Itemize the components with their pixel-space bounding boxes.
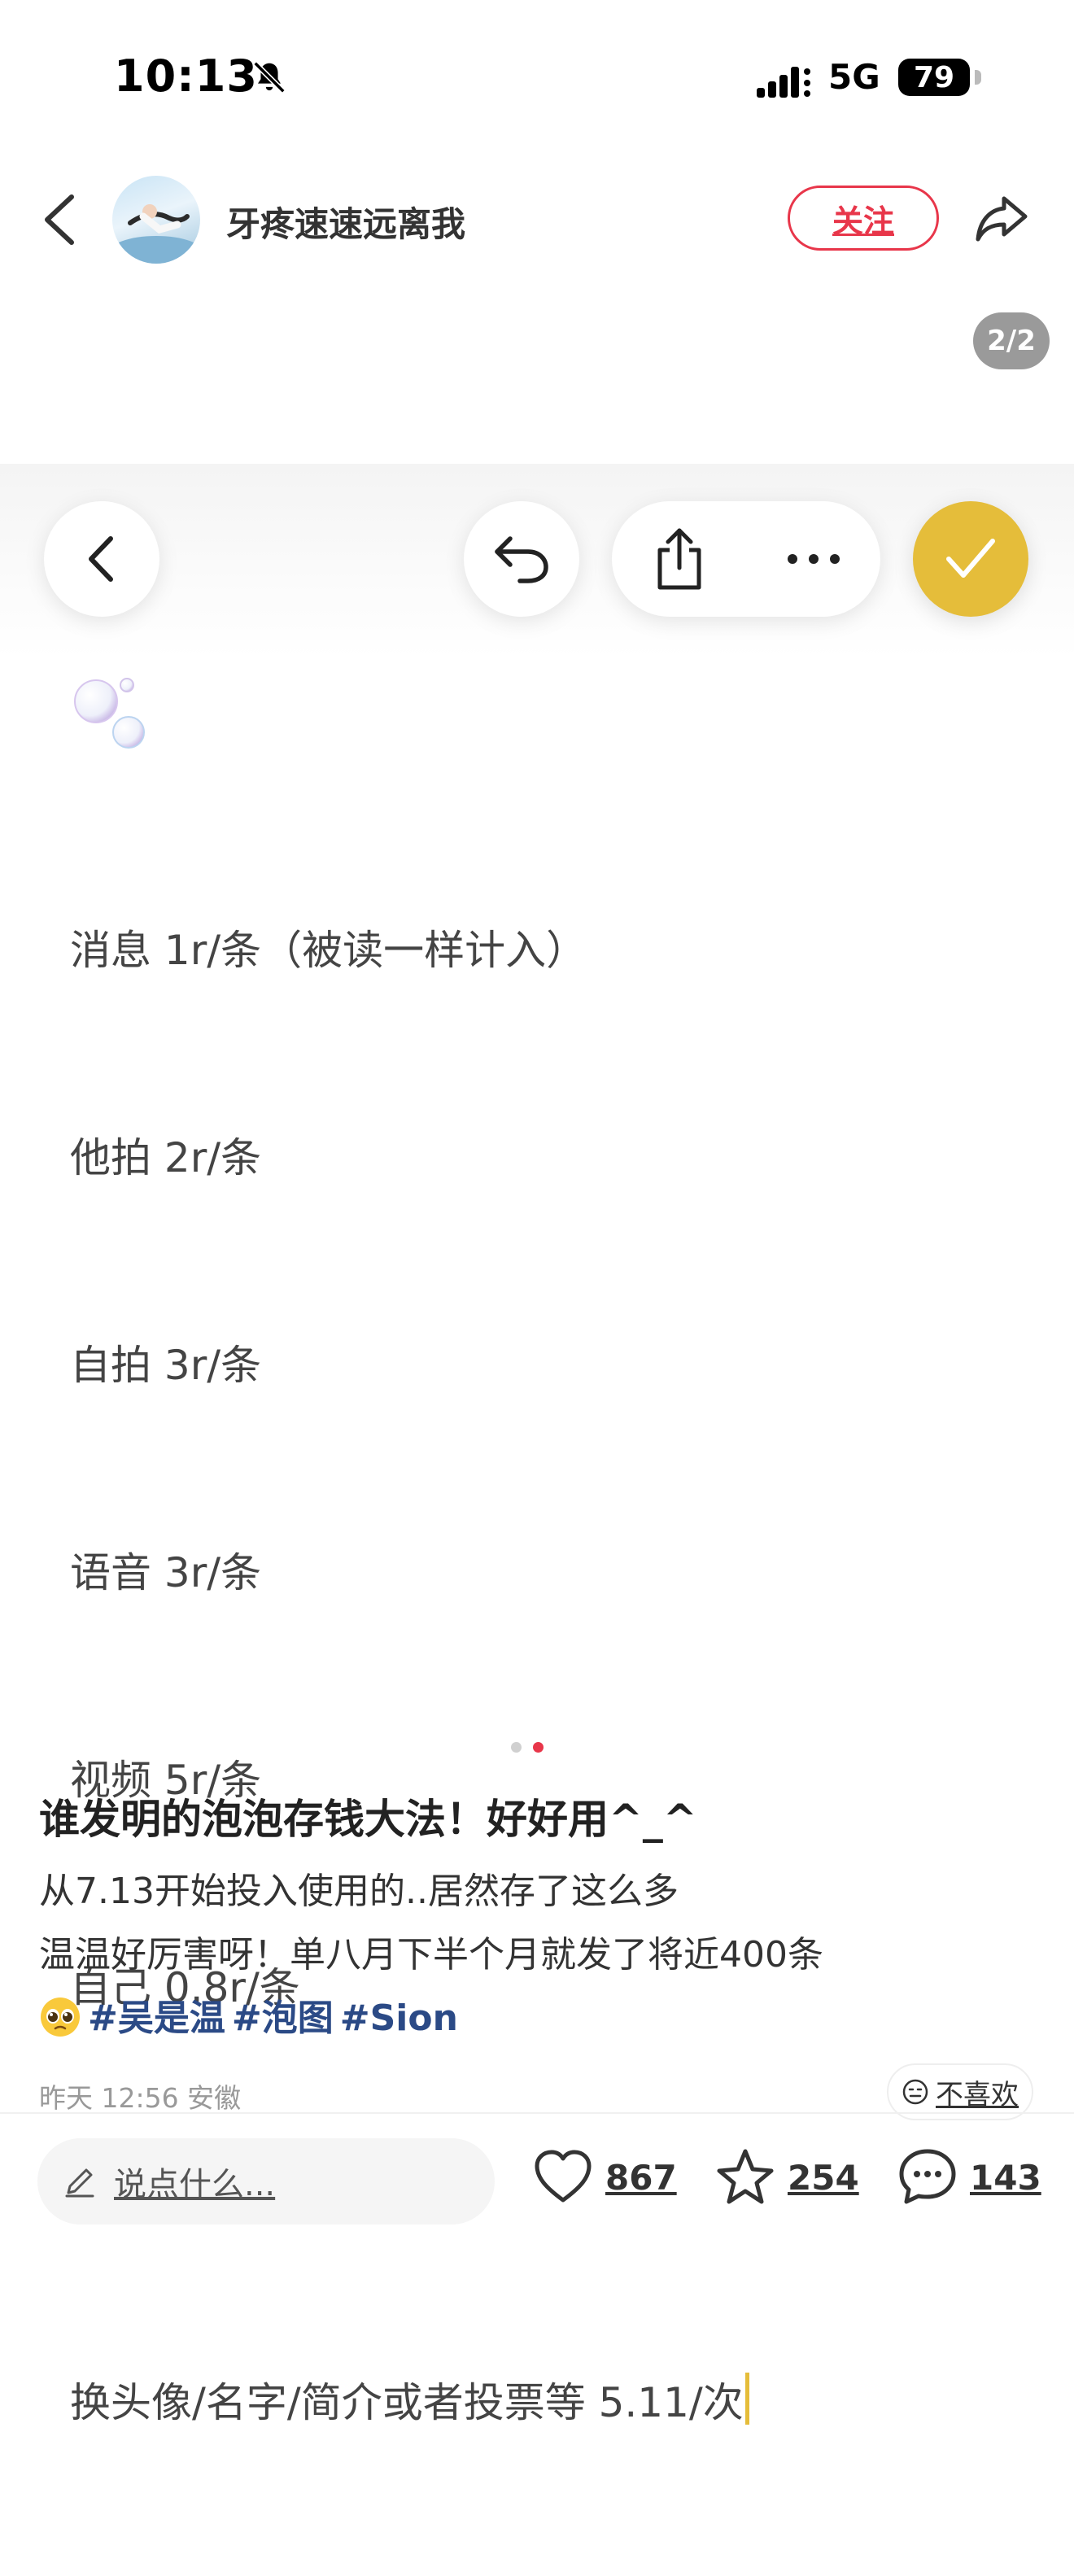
comment-placeholder: 说点什么...: [114, 2166, 276, 2203]
like-count: 867: [605, 2157, 677, 2198]
post-body-line: 从7.13开始投入使用的..居然存了这么多: [39, 1871, 679, 1912]
post-meta: 昨天 12:56 安徽: [39, 2082, 242, 2114]
back-arrow-icon[interactable]: [39, 190, 81, 249]
pencil-icon: [65, 2168, 94, 2198]
text-cursor: [744, 2373, 749, 2425]
comment-count: 143: [970, 2157, 1041, 2198]
comment-button[interactable]: 143: [895, 2145, 1041, 2210]
avatar-image: [112, 204, 200, 264]
neutral-face-icon: [902, 2079, 928, 2105]
muted-bell-icon: [253, 61, 286, 94]
heart-icon: [535, 2150, 592, 2203]
dislike-label: 不喜欢: [936, 2078, 1019, 2111]
battery-indicator: 79: [898, 59, 981, 96]
like-button[interactable]: 867: [530, 2145, 677, 2210]
favorite-button[interactable]: 254: [713, 2145, 859, 2210]
favorite-count: 254: [788, 2157, 859, 2198]
export-share-icon: [657, 528, 701, 590]
post-image[interactable]: 消息 1r/条（被读一样计入） 他拍 2r/条 自拍 3r/条 语音 3r/条 …: [0, 464, 1074, 2426]
note-line-last: 换头像/名字/简介或者投票等 5.11/次: [70, 2369, 749, 2438]
post-tags-line: #吴是温 #泡图 #Sion: [39, 1987, 823, 2050]
post-body-line: 温温好厉害呀！单八月下半个月就发了将近400条: [39, 1934, 823, 1976]
page-counter: 2/2: [973, 312, 1050, 369]
note-line: 自拍 3r/条: [70, 1342, 262, 1389]
pleading-face-icon: [41, 1997, 80, 2037]
hashtag-link[interactable]: #吴是温: [88, 1997, 225, 2039]
hashtag-link[interactable]: #泡图: [232, 1997, 334, 2039]
hashtag-link[interactable]: #Sion: [340, 1997, 458, 2039]
note-text: 消息 1r/条（被读一样计入） 他拍 2r/条 自拍 3r/条 语音 3r/条 …: [70, 778, 749, 2576]
image-action-group: [612, 501, 880, 617]
comment-input[interactable]: 说点什么...: [37, 2138, 495, 2225]
note-line-text: 换头像/名字/简介或者投票等 5.11/次: [70, 2379, 744, 2426]
note-line: 语音 3r/条: [70, 1549, 262, 1596]
status-time: 10:13: [114, 50, 258, 102]
bubbles-icon: [74, 678, 145, 749]
signal-icon: [757, 67, 810, 98]
comment-bubble-icon: [899, 2149, 956, 2204]
author-name[interactable]: 牙疼速速远离我: [226, 197, 465, 247]
author-avatar[interactable]: [112, 176, 200, 264]
image-back-button: [44, 501, 159, 617]
more-dots-icon: [787, 554, 840, 564]
checkmark-icon: [946, 539, 995, 578]
undo-icon: [495, 536, 548, 583]
share-arrow-icon[interactable]: [973, 189, 1030, 246]
carousel-dot: [511, 1742, 522, 1753]
carousel-dot-active: [533, 1742, 544, 1753]
star-icon: [717, 2149, 774, 2204]
carousel-dots: [511, 1742, 544, 1753]
network-type: 5G: [828, 57, 880, 97]
image-done-button: [913, 501, 1028, 617]
image-undo-button: [464, 501, 579, 617]
post-title: 谁发明的泡泡存钱大法！好好用^_^: [39, 1796, 697, 1843]
follow-button[interactable]: 关注: [788, 186, 939, 251]
chevron-left-icon: [89, 536, 113, 582]
divider: [0, 2112, 1074, 2114]
post-body: 从7.13开始投入使用的..居然存了这么多 温温好厉害呀！单八月下半个月就发了将…: [39, 1860, 823, 2050]
note-line: 他拍 2r/条: [70, 1134, 262, 1181]
note-line: 消息 1r/条（被读一样计入）: [70, 927, 587, 974]
